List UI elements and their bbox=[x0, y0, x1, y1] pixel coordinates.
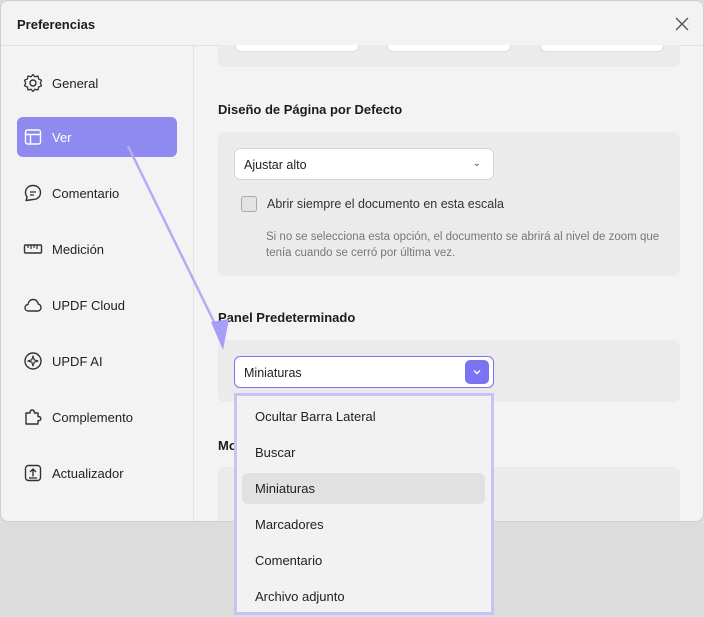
layout-icon bbox=[23, 127, 43, 147]
sidebar-item-complemento[interactable]: Complemento bbox=[17, 397, 177, 437]
option-archivo-adjunto[interactable]: Archivo adjunto bbox=[242, 581, 485, 612]
sidebar-item-label: Complemento bbox=[52, 409, 133, 425]
sidebar: General Ver Comentario Medición UPDF Clo… bbox=[1, 45, 194, 521]
select-value: Miniaturas bbox=[244, 366, 302, 380]
default-panel-select[interactable]: Miniaturas bbox=[234, 356, 494, 388]
option-ocultar-barra-lateral[interactable]: Ocultar Barra Lateral bbox=[242, 401, 485, 432]
sidebar-item-updf-cloud[interactable]: UPDF Cloud bbox=[17, 285, 177, 325]
update-icon bbox=[23, 463, 43, 483]
page-layout-select[interactable]: Ajustar alto ⌄ bbox=[234, 148, 494, 180]
ruler-icon bbox=[23, 239, 43, 259]
previous-field[interactable] bbox=[235, 45, 359, 52]
previous-section-card bbox=[218, 45, 680, 67]
previous-field[interactable] bbox=[387, 45, 511, 52]
sidebar-item-label: General bbox=[52, 75, 99, 91]
option-miniaturas[interactable]: Miniaturas bbox=[242, 473, 485, 504]
sidebar-item-label: UPDF AI bbox=[52, 353, 103, 369]
sidebar-item-label: Actualizador bbox=[52, 465, 124, 481]
option-label: Buscar bbox=[255, 445, 296, 460]
option-label: Archivo adjunto bbox=[255, 589, 345, 604]
panel-dropdown-menu: Ocultar Barra Lateral Buscar Miniaturas … bbox=[234, 393, 494, 615]
option-label: Marcadores bbox=[255, 517, 324, 532]
checkbox-label: Abrir siempre el documento en esta escal… bbox=[267, 197, 504, 211]
cloud-icon bbox=[23, 295, 43, 315]
gear-icon bbox=[23, 73, 43, 93]
option-marcadores[interactable]: Marcadores bbox=[242, 509, 485, 540]
sidebar-item-label: Medición bbox=[52, 241, 105, 257]
sidebar-item-ver[interactable]: Ver bbox=[17, 117, 177, 157]
window-title: Preferencias bbox=[17, 17, 96, 32]
select-value: Ajustar alto bbox=[244, 158, 307, 172]
title-bar: Preferencias bbox=[1, 1, 703, 46]
comment-icon bbox=[23, 183, 43, 203]
always-open-scale-checkbox[interactable] bbox=[241, 196, 257, 212]
page-layout-heading: Diseño de Página por Defecto bbox=[218, 102, 403, 117]
option-buscar[interactable]: Buscar bbox=[242, 437, 485, 468]
ai-sparkle-icon bbox=[23, 351, 43, 371]
option-label: Comentario bbox=[255, 553, 323, 568]
close-icon[interactable] bbox=[673, 15, 691, 33]
puzzle-icon bbox=[23, 407, 43, 427]
sidebar-item-actualizador[interactable]: Actualizador bbox=[17, 453, 177, 493]
default-panel-heading: Panel Predeterminado bbox=[218, 310, 356, 325]
sidebar-item-label: Comentario bbox=[52, 185, 120, 201]
option-label: Ocultar Barra Lateral bbox=[255, 409, 376, 424]
sidebar-item-comentario[interactable]: Comentario bbox=[17, 173, 177, 213]
hint-text: Si no se selecciona esta opción, el docu… bbox=[266, 231, 660, 259]
page-layout-card: Ajustar alto ⌄ Abrir siempre el document… bbox=[218, 132, 680, 276]
option-comentario[interactable]: Comentario bbox=[242, 545, 485, 576]
sidebar-item-updf-ai[interactable]: UPDF AI bbox=[17, 341, 177, 381]
sidebar-item-general[interactable]: General bbox=[17, 63, 177, 103]
sidebar-item-label: UPDF Cloud bbox=[52, 297, 125, 313]
option-label: Miniaturas bbox=[255, 481, 315, 496]
chevron-down-icon: ⌄ bbox=[472, 158, 481, 169]
sidebar-item-label: Ver bbox=[52, 129, 72, 145]
sidebar-item-medicion[interactable]: Medición bbox=[17, 229, 177, 269]
previous-field[interactable] bbox=[540, 45, 664, 52]
chevron-down-icon bbox=[465, 360, 489, 384]
